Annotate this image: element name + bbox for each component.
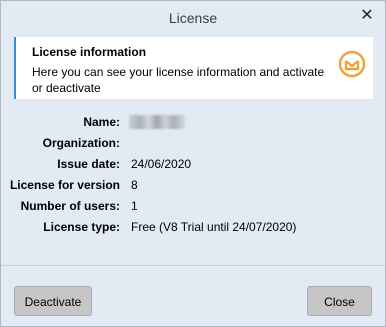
license-envelope-icon <box>338 50 366 78</box>
footer-divider <box>1 265 385 266</box>
field-row-issue-date: Issue date: 24/06/2020 <box>1 157 385 175</box>
field-row-name: Name: <box>1 115 385 133</box>
field-row-license-version: License for version 8 <box>1 178 385 196</box>
info-title: License information <box>32 45 147 59</box>
field-label: License for version <box>9 178 120 192</box>
close-icon[interactable]: ✕ <box>359 7 375 25</box>
license-dialog: License ✕ License information Here you c… <box>0 0 386 327</box>
field-value: 24/06/2020 <box>131 157 192 171</box>
field-label: Name: <box>83 115 120 129</box>
field-value: 1 <box>131 199 138 213</box>
field-row-license-type: License type: Free (V8 Trial until 24/07… <box>1 220 385 238</box>
field-value: 8 <box>131 178 138 192</box>
title-bar: License ✕ <box>1 1 385 33</box>
field-label: Issue date: <box>57 157 120 171</box>
close-button[interactable]: Close <box>307 286 372 316</box>
window-title: License <box>168 10 218 26</box>
field-row-organization: Organization: <box>1 136 385 154</box>
info-description: Here you can see your license informatio… <box>32 65 325 95</box>
field-label: License type: <box>43 220 120 234</box>
deactivate-button[interactable]: Deactivate <box>14 286 92 316</box>
field-row-number-of-users: Number of users: 1 <box>1 199 385 217</box>
license-info-panel: License information Here you can see you… <box>14 37 373 99</box>
field-label: Number of users: <box>20 199 120 213</box>
field-label: Organization: <box>42 136 120 150</box>
field-value: Free (V8 Trial until 24/07/2020) <box>131 220 297 234</box>
name-value-redacted <box>129 115 185 129</box>
